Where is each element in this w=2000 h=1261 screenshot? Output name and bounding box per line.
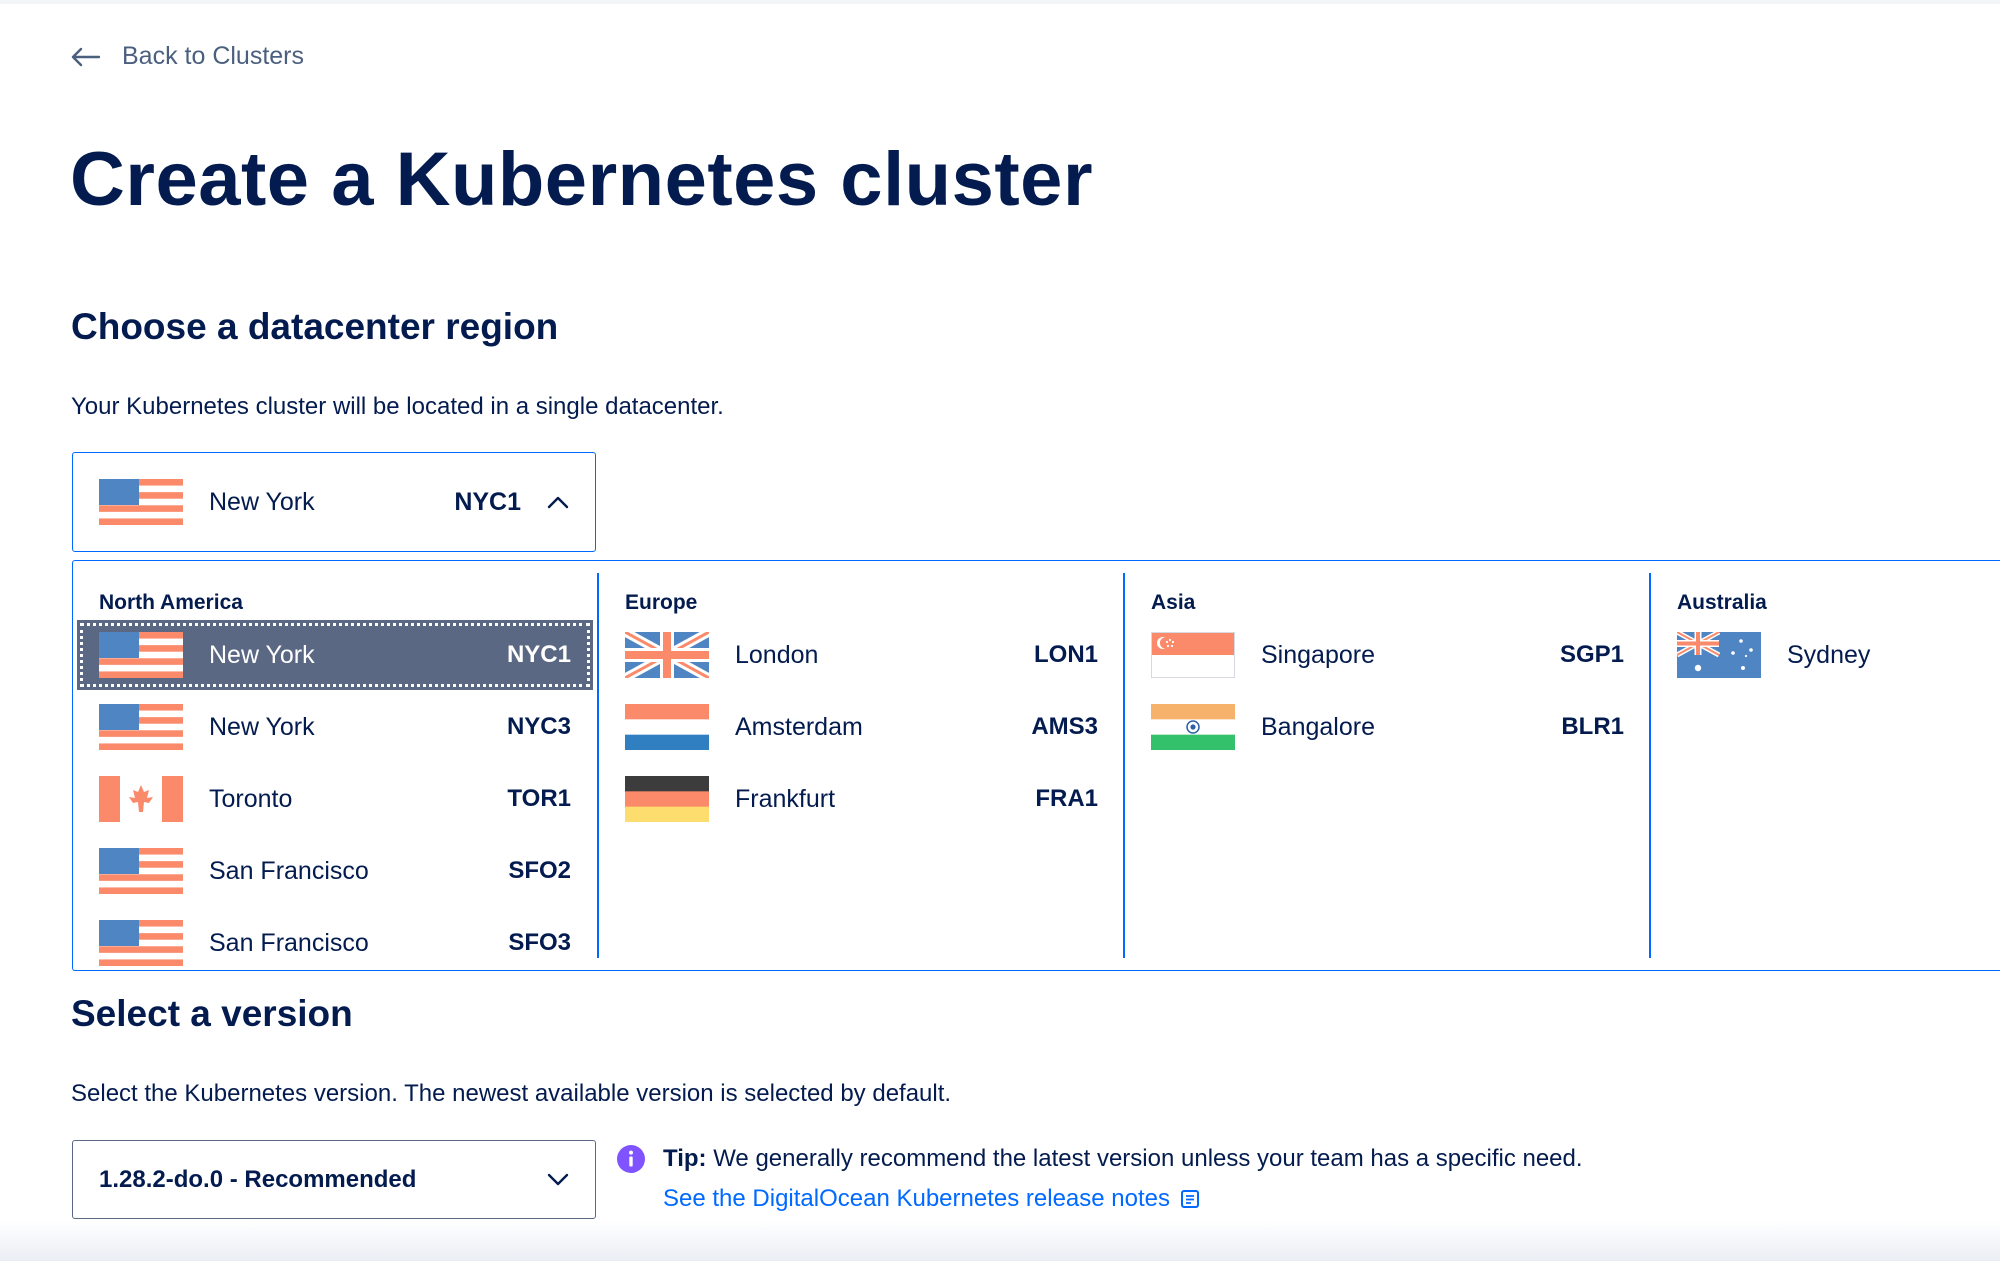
region-option-nyc1[interactable]: New York NYC1 (77, 620, 593, 690)
region-option-ams3[interactable]: Amsterdam AMS3 (603, 692, 1120, 762)
australia-flag-icon (1677, 632, 1761, 678)
option-code: NYC1 (506, 641, 571, 668)
selected-version: 1.28.2-do.0 - Recommended (99, 1165, 417, 1193)
version-heading: Select a version (71, 993, 353, 1034)
option-code: SFO2 (508, 857, 571, 884)
region-option-sgp1[interactable]: Singapore SGP1 (1129, 620, 1646, 690)
option-city: New York (209, 640, 315, 669)
region-description: Your Kubernetes cluster will be located … (71, 393, 724, 420)
external-doc-icon (1181, 1190, 1199, 1208)
page-title: Create a Kubernetes cluster (70, 137, 1094, 222)
option-city: San Francisco (209, 856, 369, 885)
region-option-blr1[interactable]: Bangalore BLR1 (1129, 692, 1646, 762)
us-flag-icon (99, 479, 183, 525)
option-code: NYC3 (506, 713, 571, 740)
selected-region-city: New York (209, 487, 315, 516)
us-flag-icon (99, 848, 183, 894)
region-group-australia: Australia Sydney (1649, 573, 2000, 958)
option-code: TOR1 (507, 785, 571, 812)
option-city: Toronto (209, 784, 293, 813)
region-option-fra1[interactable]: Frankfurt FRA1 (603, 764, 1120, 834)
india-flag-icon (1151, 704, 1235, 750)
arrow-left-icon (71, 47, 100, 66)
region-group-asia: Asia Singapore SGP1 Bangalore BLR1 (1123, 573, 1650, 958)
chevron-down-icon (547, 1173, 569, 1185)
tip-body: We generally recommend the latest versio… (706, 1145, 1583, 1172)
selected-region-code: NYC1 (454, 487, 521, 516)
version-select[interactable]: 1.28.2-do.0 - Recommended (72, 1140, 596, 1219)
option-city: Bangalore (1261, 712, 1375, 741)
tip-text: Tip: We generally recommend the latest v… (663, 1145, 1583, 1173)
region-option-syd1[interactable]: Sydney (1655, 620, 2000, 690)
region-option-nyc3[interactable]: New York NYC3 (77, 692, 593, 762)
option-code: BLR1 (1561, 713, 1624, 740)
us-flag-icon (99, 920, 183, 966)
uk-flag-icon (625, 632, 709, 678)
region-option-sfo3[interactable]: San Francisco SFO3 (77, 908, 593, 978)
option-city: San Francisco (209, 928, 369, 957)
region-dropdown: North America New York NYC1 New York NYC… (72, 560, 2000, 971)
region-option-lon1[interactable]: London LON1 (603, 620, 1120, 690)
region-option-tor1[interactable]: Toronto TOR1 (77, 764, 593, 834)
group-heading: North America (99, 591, 243, 614)
germany-flag-icon (625, 776, 709, 822)
option-code: SFO3 (508, 929, 571, 956)
option-code: FRA1 (1035, 785, 1098, 812)
region-select[interactable]: New York NYC1 (72, 452, 596, 552)
bottom-fade (0, 1221, 2000, 1261)
option-city: Frankfurt (735, 784, 836, 813)
singapore-flag-icon (1151, 632, 1235, 678)
region-group-north-america: North America New York NYC1 New York NYC… (73, 573, 597, 966)
version-description: Select the Kubernetes version. The newes… (71, 1080, 952, 1107)
group-heading: Australia (1677, 591, 1767, 614)
option-code: LON1 (1033, 641, 1098, 668)
option-city: London (735, 640, 819, 669)
region-group-europe: Europe London LON1 Amsterdam AMS3 Frankf… (597, 573, 1124, 958)
back-to-clusters-link[interactable]: Back to Clusters (70, 42, 304, 71)
group-heading: Europe (625, 591, 698, 614)
us-flag-icon (99, 632, 183, 678)
option-city: Sydney (1787, 640, 1871, 669)
back-label: Back to Clusters (122, 42, 305, 70)
release-notes-link[interactable]: See the DigitalOcean Kubernetes release … (663, 1185, 1200, 1213)
top-edge (0, 0, 2000, 4)
release-notes-label: See the DigitalOcean Kubernetes release … (663, 1185, 1170, 1212)
option-city: New York (209, 712, 315, 741)
info-icon (617, 1145, 645, 1173)
option-code: SGP1 (1559, 641, 1624, 668)
us-flag-icon (99, 704, 183, 750)
region-heading: Choose a datacenter region (71, 306, 559, 347)
region-option-sfo2[interactable]: San Francisco SFO2 (77, 836, 593, 906)
netherlands-flag-icon (625, 704, 709, 750)
option-city: Amsterdam (735, 712, 863, 741)
option-city: Singapore (1261, 640, 1375, 669)
group-heading: Asia (1151, 591, 1196, 614)
canada-flag-icon (99, 776, 183, 822)
tip-label: Tip: (663, 1145, 707, 1172)
chevron-up-icon (547, 496, 569, 509)
option-code: AMS3 (1031, 713, 1098, 740)
